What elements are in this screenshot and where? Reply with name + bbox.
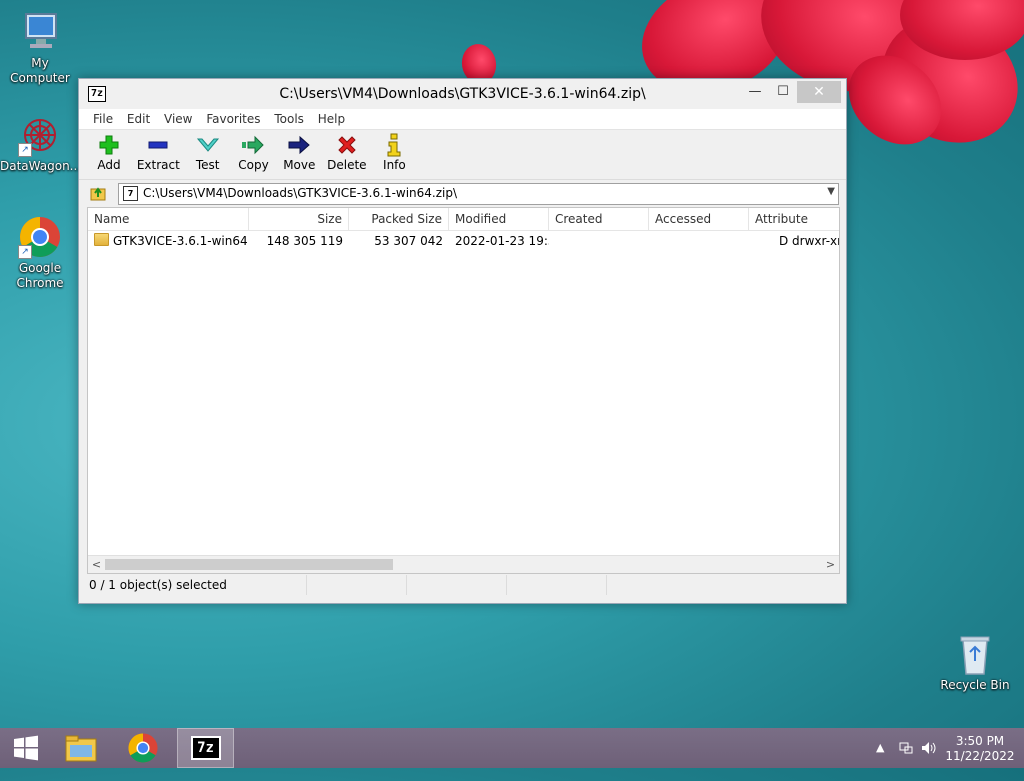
extract-button[interactable]: Extract <box>134 130 183 172</box>
check-icon <box>190 132 226 158</box>
column-size[interactable]: Size <box>249 208 349 230</box>
item-attributes: D drwxr-xr- <box>779 234 839 248</box>
item-name: GTK3VICE-3.6.1-win64 <box>113 234 248 248</box>
toolbar: Add Extract Test Copy Move Delete Info <box>79 130 846 180</box>
menu-file[interactable]: File <box>88 109 118 129</box>
item-size: 148 305 119 <box>266 234 343 248</box>
item-accessed <box>649 231 749 251</box>
minus-icon <box>137 132 180 158</box>
scroll-left-icon[interactable]: < <box>88 556 105 573</box>
recycle-bin-icon <box>953 632 997 676</box>
up-folder-button[interactable] <box>90 184 108 202</box>
archive-icon: 7 <box>123 186 138 201</box>
desktop-icon-recycle-bin[interactable]: Recycle Bin <box>935 632 1015 693</box>
window-title: C:\Users\VM4\Downloads\GTK3VICE-3.6.1-wi… <box>279 86 646 102</box>
desktop-icon-google-chrome[interactable]: ↗ Google Chrome <box>0 215 80 291</box>
title-bar[interactable]: 7z C:\Users\VM4\Downloads\GTK3VICE-3.6.1… <box>79 79 846 109</box>
delete-button[interactable]: Delete <box>324 130 369 172</box>
menu-bar: File Edit View Favorites Tools Help <box>79 109 846 130</box>
menu-edit[interactable]: Edit <box>122 109 155 129</box>
network-icon[interactable] <box>898 740 914 780</box>
menu-view[interactable]: View <box>159 109 197 129</box>
path-combobox[interactable]: 7 C:\Users\VM4\Downloads\GTK3VICE-3.6.1-… <box>118 183 839 205</box>
computer-icon <box>18 10 62 54</box>
shortcut-arrow-icon: ↗ <box>18 245 32 259</box>
item-modified: 2022-01-23 19:35 <box>455 234 549 248</box>
move-arrow-icon <box>281 132 317 158</box>
address-bar: 7 C:\Users\VM4\Downloads\GTK3VICE-3.6.1-… <box>79 180 846 206</box>
list-header: Name Size Packed Size Modified Created A… <box>88 208 839 231</box>
desktop-icon-datawagon[interactable]: ↗ DataWagon... <box>0 113 81 174</box>
column-attributes[interactable]: Attribute <box>749 208 839 230</box>
scroll-right-icon[interactable]: > <box>822 556 839 573</box>
file-list[interactable]: Name Size Packed Size Modified Created A… <box>87 207 840 574</box>
list-item[interactable]: GTK3VICE-3.6.1-win64 148 305 119 53 307 … <box>88 231 839 251</box>
move-button[interactable]: Move <box>278 130 320 172</box>
menu-tools[interactable]: Tools <box>269 109 309 129</box>
folder-icon <box>94 233 109 246</box>
close-button[interactable]: ✕ <box>797 81 841 103</box>
x-icon <box>327 132 366 158</box>
volume-icon[interactable] <box>920 740 938 780</box>
datawagon-icon: ↗ <box>18 113 62 157</box>
column-modified[interactable]: Modified <box>449 208 549 230</box>
add-button[interactable]: Add <box>88 130 130 172</box>
menu-favorites[interactable]: Favorites <box>201 109 265 129</box>
item-packed-size: 53 307 042 <box>374 234 443 248</box>
taskbar: 7z ▲ 3:50 PM 11/22/2022 <box>0 728 1024 768</box>
column-name[interactable]: Name <box>88 208 249 230</box>
chevron-down-icon[interactable]: ▼ <box>827 186 835 197</box>
scrollbar-thumb[interactable] <box>105 559 393 570</box>
clock-time: 3:50 PM <box>955 734 1005 748</box>
item-created <box>549 231 649 251</box>
desktop-icon-my-computer[interactable]: My Computer <box>0 10 80 86</box>
7zip-window: 7z C:\Users\VM4\Downloads\GTK3VICE-3.6.1… <box>78 78 847 604</box>
file-explorer-icon <box>65 735 97 762</box>
info-icon <box>376 132 412 158</box>
status-bar: 0 / 1 object(s) selected <box>87 575 838 595</box>
path-text: C:\Users\VM4\Downloads\GTK3VICE-3.6.1-wi… <box>143 186 458 200</box>
column-created[interactable]: Created <box>549 208 649 230</box>
plus-icon <box>91 132 127 158</box>
maximize-button[interactable]: ☐ <box>768 81 798 103</box>
chrome-icon: ↗ <box>18 215 62 259</box>
status-segment <box>507 575 607 595</box>
selection-status: 0 / 1 object(s) selected <box>87 575 307 595</box>
horizontal-scrollbar[interactable]: < > <box>88 555 839 573</box>
chrome-icon <box>128 733 158 763</box>
status-segment <box>407 575 507 595</box>
taskbar-7zip[interactable]: 7z <box>177 728 234 768</box>
copy-arrow-icon <box>235 132 271 158</box>
shortcut-arrow-icon: ↗ <box>18 143 32 157</box>
windows-logo-icon <box>14 735 38 761</box>
info-button[interactable]: Info <box>373 130 415 172</box>
system-clock[interactable]: 3:50 PM 11/22/2022 <box>944 734 1016 764</box>
status-segment <box>307 575 407 595</box>
clock-date: 11/22/2022 <box>945 749 1015 763</box>
test-button[interactable]: Test <box>187 130 229 172</box>
folder-up-icon <box>90 187 106 201</box>
minimize-button[interactable]: — <box>740 81 770 103</box>
7zip-icon: 7z <box>190 736 221 760</box>
show-hidden-icons-button[interactable]: ▲ <box>876 741 884 781</box>
start-button[interactable] <box>0 728 52 768</box>
menu-help[interactable]: Help <box>313 109 350 129</box>
column-accessed[interactable]: Accessed <box>649 208 749 230</box>
copy-button[interactable]: Copy <box>232 130 274 172</box>
taskbar-chrome[interactable] <box>117 728 169 768</box>
taskbar-file-explorer[interactable] <box>55 728 107 768</box>
column-packed-size[interactable]: Packed Size <box>349 208 449 230</box>
